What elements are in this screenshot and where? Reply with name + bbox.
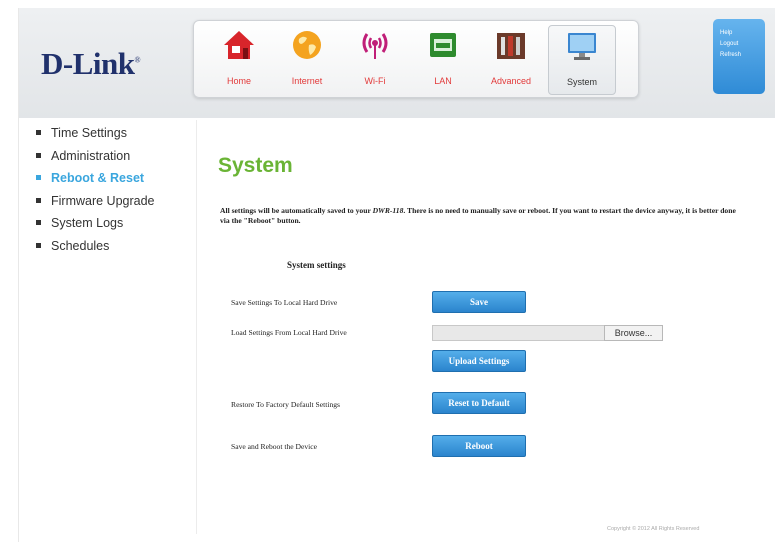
reboot-device-label: Save and Reboot the Device: [231, 442, 318, 451]
sidebar-item-schedules[interactable]: Schedules: [35, 239, 155, 262]
lan-icon: [430, 33, 456, 57]
sidebar-item-label: Reboot & Reset: [51, 171, 145, 185]
sidebar-item-label: Administration: [51, 148, 131, 163]
section-title: System settings: [287, 260, 346, 270]
computer-icon: [568, 33, 596, 60]
reboot-button[interactable]: Reboot: [432, 435, 526, 457]
nav-advanced[interactable]: Advanced: [478, 25, 544, 93]
bullet-icon: [36, 220, 41, 225]
sidebar-item-label: System Logs: [51, 216, 124, 230]
logo-text: D-Link: [41, 46, 135, 81]
nav-wifi[interactable]: Wi-Fi: [342, 25, 408, 93]
logout-link[interactable]: Logout: [713, 39, 765, 50]
nav-wifi-label: Wi-Fi: [364, 76, 386, 86]
registered-mark: ®: [134, 55, 141, 65]
home-icon: [224, 31, 254, 59]
utility-links: Help Logout Refresh: [713, 19, 765, 94]
sidebar-item-time-settings[interactable]: Time Settings: [35, 126, 155, 149]
sidebar-item-label: Schedules: [51, 238, 110, 253]
nav-internet-label: Internet: [291, 76, 323, 86]
nav-lan-label: LAN: [434, 76, 452, 86]
sidebar: Time Settings Administration Reboot & Re…: [35, 126, 155, 261]
sidebar-item-system-logs[interactable]: System Logs: [35, 216, 155, 239]
page-title: System: [218, 154, 293, 177]
description-prefix: All settings will be automatically saved…: [220, 206, 373, 215]
nav-system-label: System: [566, 77, 597, 87]
reset-to-default-button[interactable]: Reset to Default: [432, 392, 526, 414]
load-settings-label: Load Settings From Local Hard Drive: [231, 328, 347, 337]
sidebar-item-label: Firmware Upgrade: [51, 193, 155, 208]
nav-internet[interactable]: Internet: [274, 25, 340, 93]
bullet-icon: [36, 242, 41, 248]
sidebar-item-label: Time Settings: [51, 126, 127, 140]
globe-icon: [293, 31, 321, 59]
main-panel: System All settings will be automaticall…: [196, 120, 767, 534]
help-link[interactable]: Help: [713, 28, 765, 39]
nav-home[interactable]: Home: [206, 25, 272, 93]
main-nav: Home Internet Wi-Fi LAN Advanced System: [193, 20, 639, 98]
device-model: DWR-118: [372, 206, 404, 215]
page: D-Link® Home Internet Wi-Fi LAN Advanced…: [18, 8, 775, 542]
bullet-icon: [36, 175, 41, 180]
tools-icon: [497, 33, 525, 59]
nav-advanced-label: Advanced: [490, 76, 532, 86]
copyright-text: Copyright © 2012 All Rights Reserved: [607, 526, 700, 532]
nav-system[interactable]: System: [548, 25, 616, 95]
save-settings-label: Save Settings To Local Hard Drive: [231, 298, 338, 307]
restore-default-label: Restore To Factory Default Settings: [231, 400, 340, 409]
wifi-icon: [362, 33, 388, 59]
bullet-icon: [36, 152, 41, 158]
sidebar-item-reboot-reset[interactable]: Reboot & Reset: [35, 171, 155, 194]
page-description: All settings will be automatically saved…: [220, 206, 740, 226]
bullet-icon: [36, 130, 41, 135]
file-path-field[interactable]: [432, 325, 606, 341]
browse-button[interactable]: Browse...: [604, 325, 663, 341]
refresh-link[interactable]: Refresh: [713, 50, 765, 61]
nav-home-label: Home: [226, 76, 251, 86]
dlink-logo: D-Link®: [41, 46, 141, 82]
save-button[interactable]: Save: [432, 291, 526, 313]
bullet-icon: [36, 197, 41, 203]
upload-settings-button[interactable]: Upload Settings: [432, 350, 526, 372]
nav-lan[interactable]: LAN: [410, 25, 476, 93]
sidebar-item-administration[interactable]: Administration: [35, 149, 155, 172]
sidebar-item-firmware-upgrade[interactable]: Firmware Upgrade: [35, 194, 155, 217]
